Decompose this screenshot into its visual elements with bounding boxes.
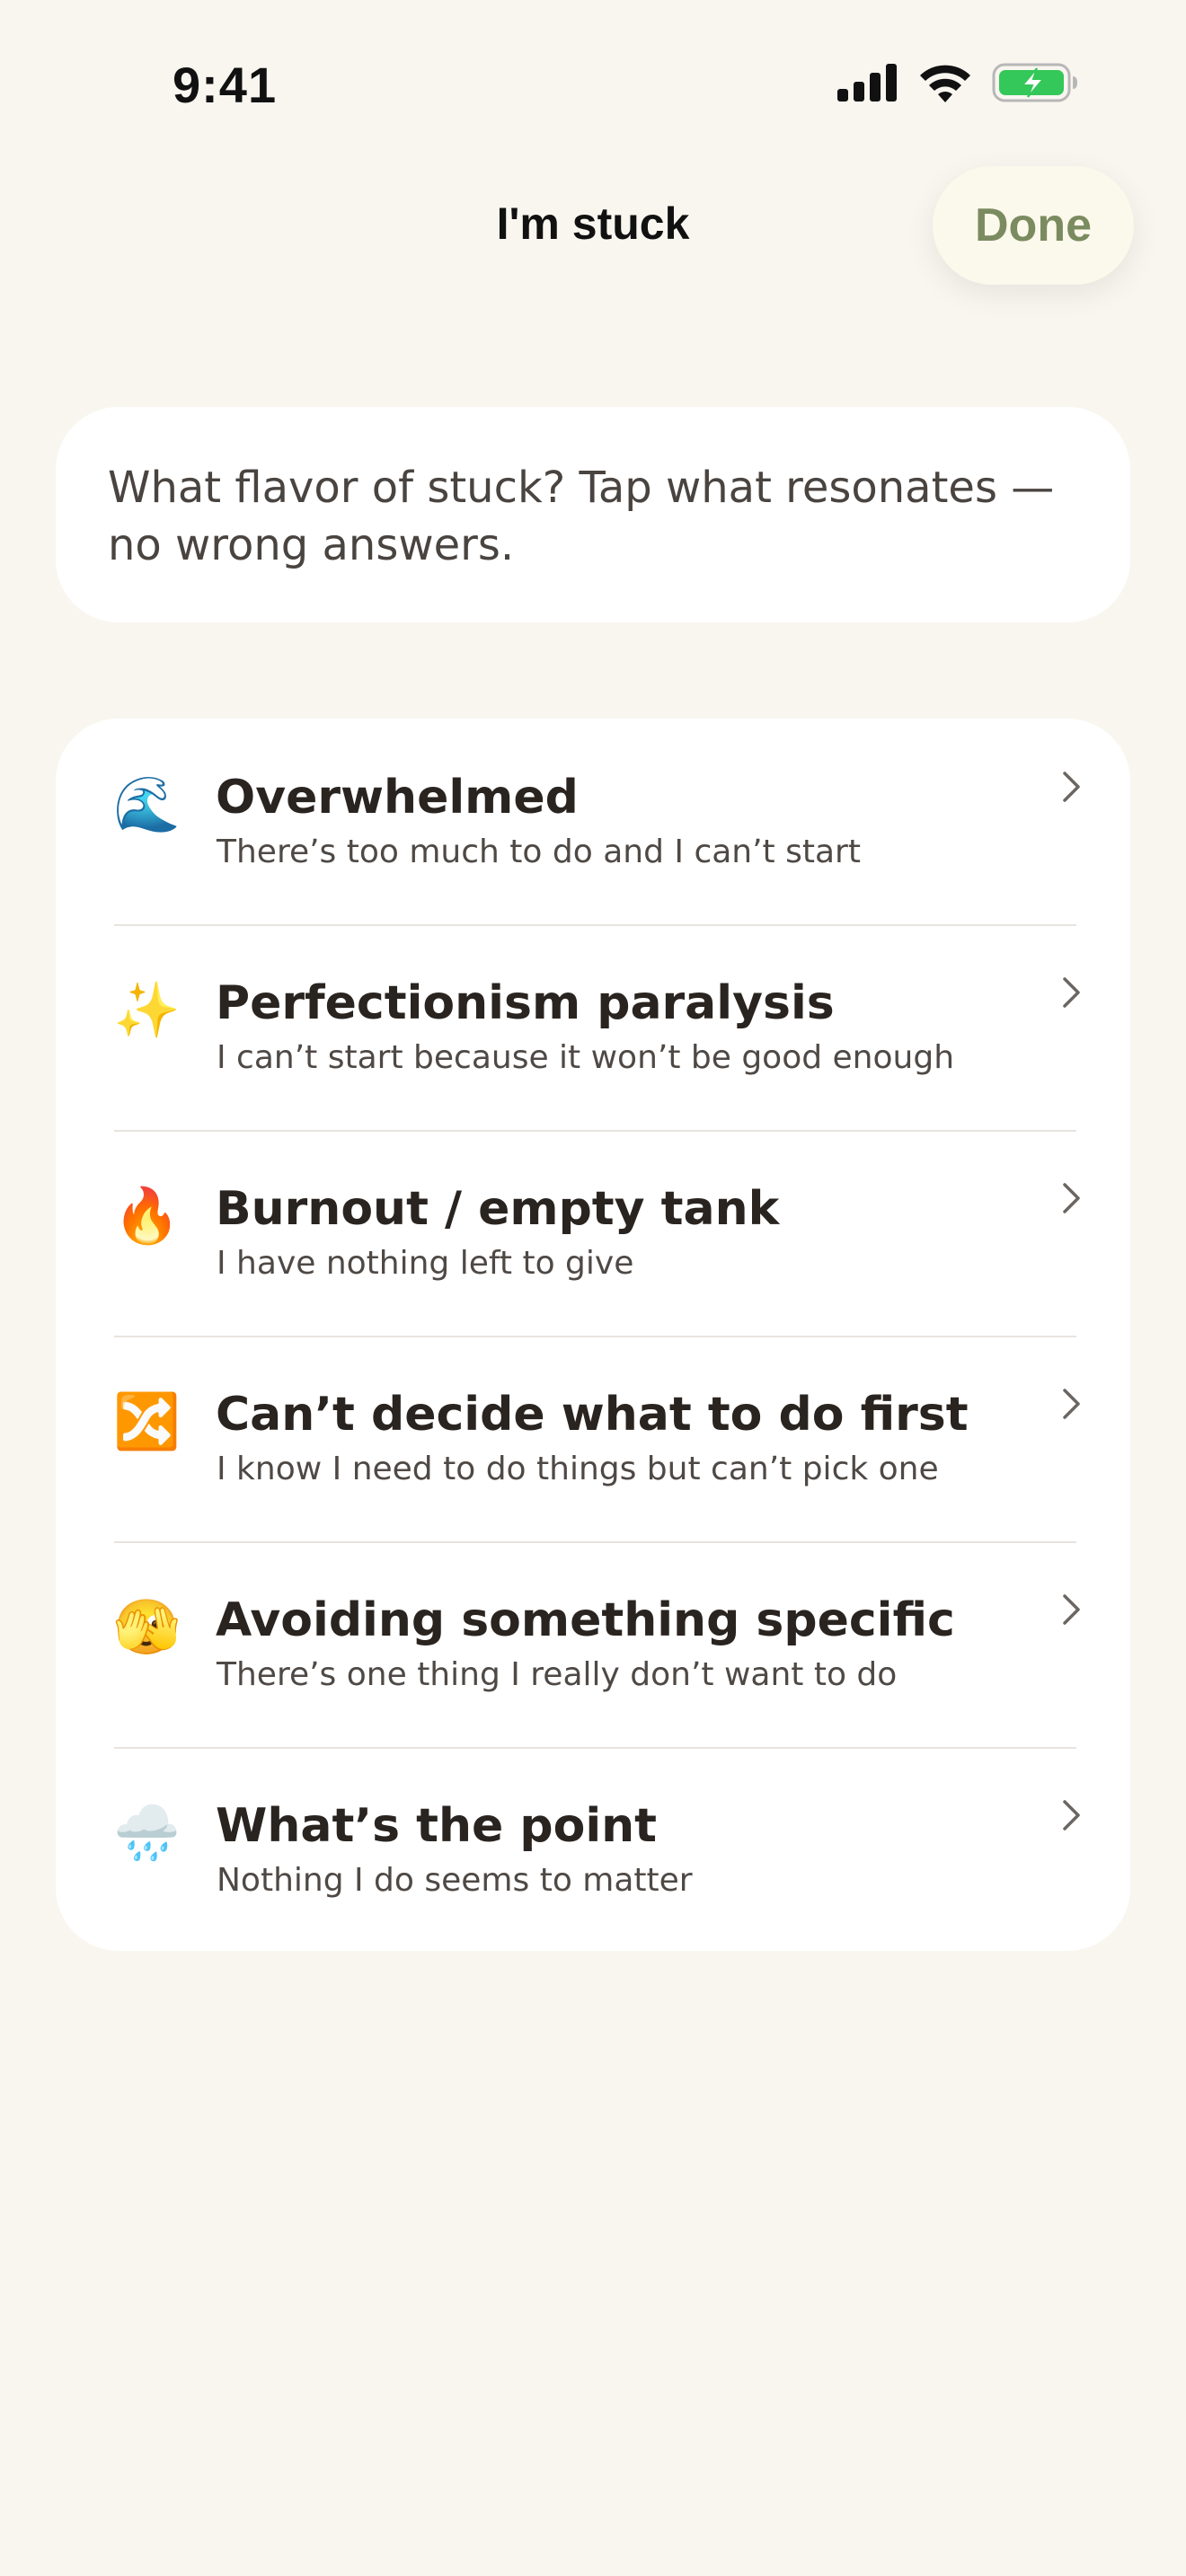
option-cant-decide[interactable]: 🔀 Can’t decide what to do first I know I… [56,1336,1130,1541]
wifi-icon [920,65,970,102]
option-avoiding-something[interactable]: 🫣 Avoiding something specific There’s on… [56,1541,1130,1747]
option-subtitle: I know I need to do things but can’t pic… [217,1451,939,1487]
option-subtitle: There’s one thing I really don’t want to… [217,1656,898,1693]
chevron-right-icon [1063,1183,1080,1213]
done-button[interactable]: Done [933,166,1134,285]
stuck-options-list: 🌊 Overwhelmed There’s too much to do and… [56,719,1130,1951]
cellular-signal-icon [837,64,897,101]
option-title: Perfectionism paralysis [216,976,835,1030]
option-perfectionism-paralysis[interactable]: ✨ Perfectionism paralysis I can’t start … [56,924,1130,1130]
wave-icon: 🌊 [113,773,181,836]
option-title: Avoiding something specific [216,1593,955,1647]
option-subtitle: There’s too much to do and I can’t start [217,834,861,870]
status-icons [837,63,1078,102]
prompt-text: What flavor of stuck? Tap what resonates… [108,463,1055,570]
option-subtitle: I can’t start because it won’t be good e… [217,1039,955,1076]
chevron-right-icon [1063,1389,1080,1419]
option-title: Overwhelmed [216,771,579,825]
status-time: 9:41 [173,57,278,113]
chevron-right-icon [1063,772,1080,802]
status-bar: 9:41 [0,0,1186,171]
option-whats-the-point[interactable]: 🌧️ What’s the point Nothing I do seems t… [56,1747,1130,1951]
option-title: What’s the point [216,1799,658,1853]
peeking-face-icon: 🫣 [113,1596,181,1659]
chevron-right-icon [1063,1594,1080,1625]
option-subtitle: Nothing I do seems to matter [217,1862,693,1899]
shuffle-icon: 🔀 [113,1390,181,1453]
battery-charging-icon [992,63,1077,102]
prompt-card: What flavor of stuck? Tap what resonates… [56,407,1130,622]
option-subtitle: I have nothing left to give [217,1245,634,1282]
option-overwhelmed[interactable]: 🌊 Overwhelmed There’s too much to do and… [56,719,1130,924]
option-title: Can’t decide what to do first [216,1388,969,1442]
sparkles-icon: ✨ [113,979,181,1042]
chevron-right-icon [1063,1800,1080,1831]
fire-icon: 🔥 [113,1185,181,1248]
chevron-right-icon [1063,977,1080,1008]
option-burnout[interactable]: 🔥 Burnout / empty tank I have nothing le… [56,1130,1130,1336]
option-title: Burnout / empty tank [216,1182,780,1236]
rain-cloud-icon: 🌧️ [113,1802,181,1865]
